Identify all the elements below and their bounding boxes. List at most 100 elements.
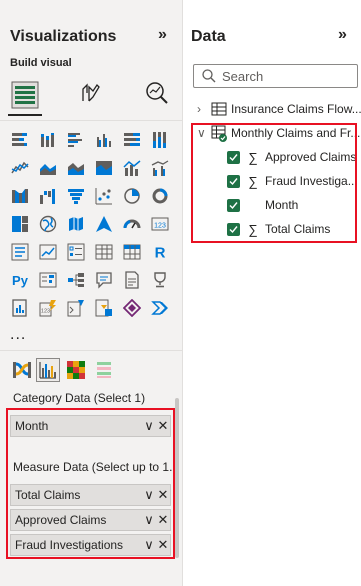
100-stacked-bar-chart-icon[interactable] — [122, 130, 142, 150]
multi-row-card-icon[interactable] — [10, 242, 30, 262]
build-visual-icon[interactable] — [8, 76, 42, 116]
field-total-claims[interactable]: ∑ Total Claims — [227, 218, 330, 240]
clustered-column-chart-icon[interactable] — [94, 130, 114, 150]
build-visual-label: Build visual — [10, 57, 72, 69]
power-automate-flow-icon[interactable] — [94, 298, 114, 318]
remove-field-icon[interactable]: ✕ — [156, 487, 170, 503]
map-icon[interactable] — [38, 214, 58, 234]
remove-field-icon[interactable]: ✕ — [156, 418, 170, 434]
measure-field-well[interactable]: Total Claims ∨ ✕ — [10, 484, 171, 506]
sigma-icon: ∑ — [248, 173, 258, 189]
gauge-icon[interactable] — [122, 214, 142, 234]
checkbox-checked[interactable] — [227, 198, 240, 212]
power-automate-icon[interactable] — [66, 298, 86, 318]
data-title: Data — [191, 28, 226, 45]
field-month[interactable]: Month — [227, 194, 298, 216]
chevron-down-icon[interactable]: ∨ — [142, 537, 156, 553]
field-fraud-investigations[interactable]: ∑ Fraud Investiga... — [227, 170, 358, 192]
list-visual-icon[interactable] — [92, 358, 116, 382]
power-automate-button-icon[interactable] — [150, 298, 170, 318]
remove-field-icon[interactable]: ✕ — [156, 512, 170, 528]
chevron-right-icon[interactable]: › — [197, 102, 209, 116]
treemap-icon[interactable] — [10, 214, 30, 234]
line-chart-icon[interactable] — [10, 158, 30, 178]
category-field-well[interactable]: Month ∨ ✕ — [10, 415, 171, 437]
data-pane: Data » Search › Insurance Claims Flow...… — [182, 0, 361, 586]
python-visual-icon[interactable]: Py — [10, 270, 30, 290]
goals-icon[interactable] — [150, 270, 170, 290]
field-label: Approved Claims — [265, 150, 357, 164]
decomposition-tree-icon[interactable] — [66, 270, 86, 290]
table-insurance-claims-flow[interactable]: › Insurance Claims Flow... — [197, 99, 361, 119]
pie-chart-icon[interactable] — [122, 186, 142, 206]
clustered-bar-chart-icon[interactable] — [66, 130, 86, 150]
search-placeholder: Search — [222, 68, 264, 84]
visualizations-scrollbar[interactable] — [175, 398, 179, 558]
qa-visual-icon[interactable] — [94, 270, 114, 290]
azure-map-icon[interactable] — [94, 214, 114, 234]
more-visuals-icon[interactable]: ... — [10, 326, 26, 344]
waterfall-chart-icon[interactable] — [38, 186, 58, 206]
collapse-visualizations-icon[interactable]: » — [158, 26, 167, 44]
table-monthly-claims[interactable]: ∨ Monthly Claims and Fr... — [197, 123, 360, 143]
100-stacked-area-chart-icon[interactable] — [94, 158, 114, 178]
matrix-icon[interactable] — [122, 242, 142, 262]
chevron-down-icon[interactable]: ∨ — [142, 512, 156, 528]
power-apps-icon[interactable]: 123 — [38, 298, 58, 318]
stacked-area-chart-icon[interactable] — [66, 158, 86, 178]
field-label: Fraud Investiga... — [265, 174, 358, 188]
collapse-data-icon[interactable]: » — [338, 26, 347, 44]
chevron-down-icon[interactable]: ∨ — [197, 126, 209, 140]
visualizations-pane: Visualizations » Build visual 123 R Py 1… — [0, 0, 182, 586]
remove-field-icon[interactable]: ✕ — [156, 537, 170, 553]
measure-field-label: Total Claims — [15, 488, 81, 502]
sigma-icon: ∑ — [248, 149, 258, 165]
kpi-icon[interactable] — [38, 242, 58, 262]
stacked-column-chart-icon[interactable] — [38, 130, 58, 150]
r-script-visual-icon[interactable]: R — [150, 242, 170, 262]
filled-map-icon[interactable] — [66, 214, 86, 234]
category-field-label: Month — [15, 419, 49, 433]
funnel-chart-icon[interactable] — [66, 186, 86, 206]
field-approved-claims[interactable]: ∑ Approved Claims — [227, 146, 356, 168]
search-input[interactable]: Search — [193, 64, 358, 88]
visualizations-title: Visualizations — [10, 28, 117, 45]
100-stacked-column-chart-icon[interactable] — [150, 130, 170, 150]
heatmap-visual-icon[interactable] — [64, 358, 88, 382]
search-icon — [202, 69, 216, 83]
checkbox-checked[interactable] — [227, 150, 240, 164]
donut-chart-icon[interactable] — [150, 186, 170, 206]
line-and-clustered-column-chart-icon[interactable] — [150, 158, 170, 178]
stacked-bar-chart-icon[interactable] — [10, 130, 30, 150]
table-in-use-icon — [211, 125, 227, 142]
checkbox-checked[interactable] — [227, 222, 240, 236]
chevron-down-icon[interactable]: ∨ — [142, 418, 156, 434]
checkbox-checked[interactable] — [227, 174, 240, 188]
table-name: Insurance Claims Flow... — [231, 102, 361, 116]
sankey-visual-icon[interactable] — [10, 358, 34, 382]
svg-text:R: R — [155, 245, 166, 262]
chevron-down-icon[interactable]: ∨ — [142, 487, 156, 503]
table-icon[interactable] — [94, 242, 114, 262]
card-icon[interactable]: 123 — [150, 214, 170, 234]
ribbon-chart-icon[interactable] — [10, 186, 30, 206]
slicer-icon[interactable] — [66, 242, 86, 262]
power-apps-connector-icon[interactable] — [122, 298, 142, 318]
field-label: Month — [265, 198, 299, 212]
smart-narrative-icon[interactable] — [122, 270, 142, 290]
category-data-label: Category Data (Select 1) — [13, 391, 146, 405]
key-influencers-icon[interactable] — [38, 270, 58, 290]
selected-custom-chart-icon[interactable] — [36, 358, 60, 382]
scatter-chart-icon[interactable] — [94, 186, 114, 206]
svg-text:123: 123 — [154, 223, 166, 230]
measure-field-well[interactable]: Fraud Investigations ∨ ✕ — [10, 534, 171, 556]
line-and-stacked-column-chart-icon[interactable] — [122, 158, 142, 178]
build-icons-row — [0, 76, 182, 120]
format-visual-icon[interactable] — [74, 76, 108, 110]
table-name: Monthly Claims and Fr... — [231, 126, 361, 140]
analytics-icon[interactable] — [140, 76, 174, 110]
measure-field-well[interactable]: Approved Claims ∨ ✕ — [10, 509, 171, 531]
area-chart-icon[interactable] — [38, 158, 58, 178]
table-icon — [211, 101, 227, 117]
paginated-report-icon[interactable] — [10, 298, 30, 318]
